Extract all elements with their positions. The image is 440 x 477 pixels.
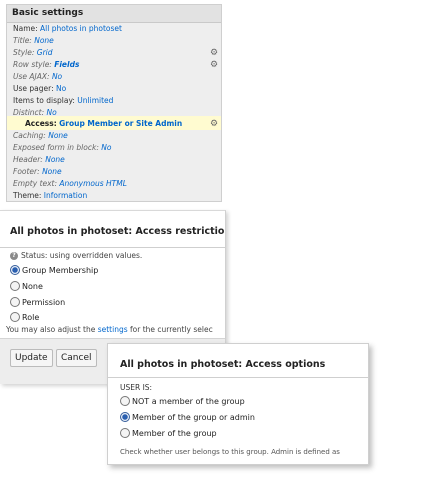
setting-row-header: Header: None (13, 155, 65, 164)
setting-value-use-pager[interactable]: No (56, 84, 66, 93)
option-description: Check whether user belongs to this group… (120, 448, 340, 456)
gear-icon[interactable]: ⚙ (209, 48, 219, 58)
radio-option-member[interactable]: Member of the group (120, 427, 217, 440)
radio-button[interactable] (10, 280, 20, 291)
setting-value-empty-text[interactable]: Anonymous HTML (59, 179, 126, 188)
setting-value-items-to-display[interactable]: Unlimited (77, 96, 113, 105)
access-options-dialog: All photos in photoset: Access options U… (107, 343, 369, 465)
setting-row-use-ajax: Use AJAX: No (13, 72, 63, 81)
setting-row-exposed-form: Exposed form in block: No (13, 143, 112, 152)
setting-row-use-pager: Use pager: No (13, 84, 67, 93)
setting-value-row-style[interactable]: Fields (54, 60, 79, 69)
radio-button[interactable] (120, 395, 130, 406)
setting-value-name[interactable]: All photos in photoset (40, 24, 122, 33)
help-icon: ? (10, 252, 18, 260)
radio-option-group-membership[interactable]: Group Membership (10, 264, 98, 277)
basic-settings-panel: Basic settings Name: All photos in photo… (6, 4, 222, 202)
gear-icon[interactable]: ⚙ (209, 60, 219, 70)
setting-row-theme: Theme: Information (13, 191, 88, 200)
setting-row-caching: Caching: None (13, 131, 68, 140)
radio-option-not-member[interactable]: NOT a member of the group (120, 395, 245, 408)
gear-icon[interactable]: ⚙ (209, 119, 219, 129)
setting-row-title: Title: None (13, 36, 54, 45)
setting-row-empty-text: Empty text: Anonymous HTML (13, 179, 127, 188)
radio-button[interactable] (120, 427, 130, 438)
setting-row-access: Access: Group Member or Site Admin (25, 119, 183, 128)
setting-value-caching[interactable]: None (48, 131, 68, 140)
setting-row-style: Style: Grid (13, 48, 53, 57)
status-text: ? Status: using overridden values. (10, 251, 142, 260)
setting-value-footer[interactable]: None (42, 167, 62, 176)
setting-value-exposed-form[interactable]: No (101, 143, 111, 152)
user-is-label: USER IS: (120, 383, 153, 392)
radio-button-selected[interactable] (10, 264, 20, 275)
radio-option-none[interactable]: None (10, 280, 43, 293)
setting-value-use-ajax[interactable]: No (52, 72, 62, 81)
basic-settings-title: Basic settings (7, 5, 221, 23)
radio-button[interactable] (10, 311, 20, 322)
setting-value-style[interactable]: Grid (37, 48, 53, 57)
radio-option-permission[interactable]: Permission (10, 296, 65, 309)
divider (0, 247, 225, 248)
cancel-button[interactable]: Cancel (56, 349, 97, 367)
update-button[interactable]: Update (10, 349, 53, 367)
setting-row-name: Name: All photos in photoset (13, 24, 122, 33)
dialog-title: All photos in photoset: Access restricti… (10, 226, 226, 237)
radio-button-selected[interactable] (120, 411, 130, 422)
setting-value-access[interactable]: Group Member or Site Admin (59, 119, 182, 128)
radio-option-role[interactable]: Role (10, 311, 39, 324)
setting-value-theme[interactable]: Information (44, 191, 87, 200)
dialog-title: All photos in photoset: Access options (120, 359, 326, 370)
setting-value-header[interactable]: None (45, 155, 65, 164)
settings-note: You may also adjust the settings for the… (6, 325, 213, 334)
radio-option-member-or-admin[interactable]: Member of the group or admin (120, 411, 255, 424)
setting-row-items-to-display: Items to display: Unlimited (13, 96, 114, 105)
setting-row-footer: Footer: None (13, 167, 62, 176)
divider (108, 377, 368, 378)
settings-link[interactable]: settings (98, 325, 128, 334)
setting-row-row-style: Row style: Fields (13, 60, 80, 69)
setting-value-distinct[interactable]: No (47, 108, 57, 117)
setting-value-title[interactable]: None (34, 36, 54, 45)
radio-button[interactable] (10, 296, 20, 307)
